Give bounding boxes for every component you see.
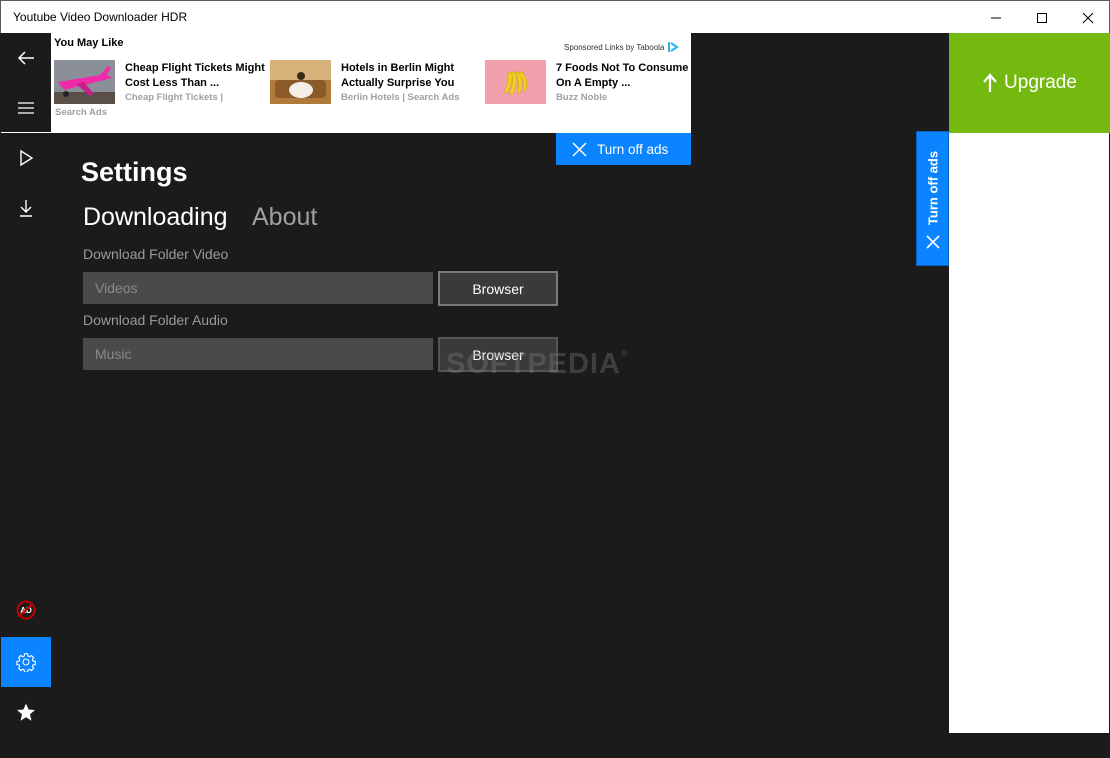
ad-source: Berlin Hotels | Search Ads bbox=[341, 92, 460, 103]
ad-source: Cheap Flight Tickets | bbox=[125, 92, 224, 103]
arrow-left-icon bbox=[17, 51, 34, 65]
minimize-button[interactable] bbox=[973, 1, 1019, 34]
ad-banner: You May Like Sponsored Links by Taboola … bbox=[51, 33, 691, 133]
audio-folder-label: Download Folder Audio bbox=[83, 312, 228, 328]
play-icon bbox=[20, 149, 34, 167]
download-icon bbox=[20, 200, 32, 217]
play-nav-button[interactable] bbox=[1, 133, 51, 183]
ad-thumbnail-hotel bbox=[270, 60, 331, 104]
gear-icon bbox=[16, 652, 36, 672]
window-title: Youtube Video Downloader HDR bbox=[13, 10, 188, 24]
star-icon bbox=[17, 703, 35, 721]
ad-thumbnail-airplane bbox=[54, 60, 115, 104]
page-title: Settings bbox=[81, 157, 188, 187]
minimize-icon bbox=[991, 17, 1001, 18]
close-button[interactable] bbox=[1065, 1, 1110, 34]
no-ads-icon: AD bbox=[16, 600, 36, 620]
sponsored-label[interactable]: Sponsored Links by Taboola bbox=[564, 41, 680, 53]
rate-button[interactable] bbox=[1, 687, 51, 737]
video-folder-label: Download Folder Video bbox=[83, 246, 229, 262]
no-ads-button[interactable]: AD bbox=[1, 585, 51, 635]
ad-item[interactable]: Cheap Flight Tickets Might Cost Less Tha… bbox=[54, 60, 265, 120]
download-nav-button[interactable] bbox=[1, 183, 51, 233]
ad-title: Cheap Flight Tickets Might Cost Less Tha… bbox=[125, 62, 265, 89]
close-icon bbox=[1082, 12, 1094, 23]
settings-nav-button[interactable] bbox=[1, 637, 51, 687]
side-turn-off-ads-label: Turn off ads bbox=[925, 150, 940, 226]
turn-off-ads-button[interactable]: Turn off ads bbox=[556, 133, 691, 165]
taboola-icon bbox=[668, 42, 680, 52]
maximize-button[interactable] bbox=[1019, 1, 1065, 34]
hamburger-icon bbox=[18, 102, 34, 114]
watermark: SOFTPEDIA® bbox=[446, 348, 629, 380]
ad-title: 7 Foods Not To Consume On A Empty ... bbox=[556, 62, 689, 89]
ad-heading: You May Like bbox=[54, 37, 124, 49]
close-icon bbox=[572, 141, 587, 157]
video-folder-input[interactable]: Videos bbox=[83, 272, 433, 304]
maximize-icon bbox=[1037, 12, 1047, 23]
back-button[interactable] bbox=[1, 33, 51, 83]
side-ad-panel bbox=[949, 133, 1109, 733]
title-bar: Youtube Video Downloader HDR bbox=[0, 0, 1110, 33]
menu-button[interactable] bbox=[1, 83, 51, 133]
ad-title: Hotels in Berlin Might Actually Surprise… bbox=[341, 62, 455, 89]
ad-item[interactable]: Hotels in Berlin Might Actually Surprise… bbox=[270, 60, 480, 120]
ad-source: Buzz Noble bbox=[556, 92, 608, 103]
arrow-up-icon bbox=[983, 73, 997, 92]
ad-thumbnail-bananas bbox=[485, 60, 546, 104]
tab-downloading[interactable]: Downloading bbox=[83, 203, 228, 232]
ad-source: Search Ads bbox=[55, 107, 107, 118]
upgrade-label: Upgrade bbox=[1004, 72, 1077, 93]
audio-folder-input[interactable]: Music bbox=[83, 338, 433, 370]
close-icon bbox=[926, 235, 940, 249]
upgrade-button[interactable]: Upgrade bbox=[949, 33, 1110, 133]
tab-about[interactable]: About bbox=[252, 203, 317, 232]
turn-off-ads-label: Turn off ads bbox=[597, 141, 669, 157]
ad-item[interactable]: 7 Foods Not To Consume On A Empty ... Bu… bbox=[485, 60, 695, 120]
side-turn-off-ads-button[interactable]: Turn off ads bbox=[916, 131, 949, 266]
side-nav: AD bbox=[1, 33, 51, 758]
video-browse-button[interactable]: Browser bbox=[438, 271, 558, 306]
